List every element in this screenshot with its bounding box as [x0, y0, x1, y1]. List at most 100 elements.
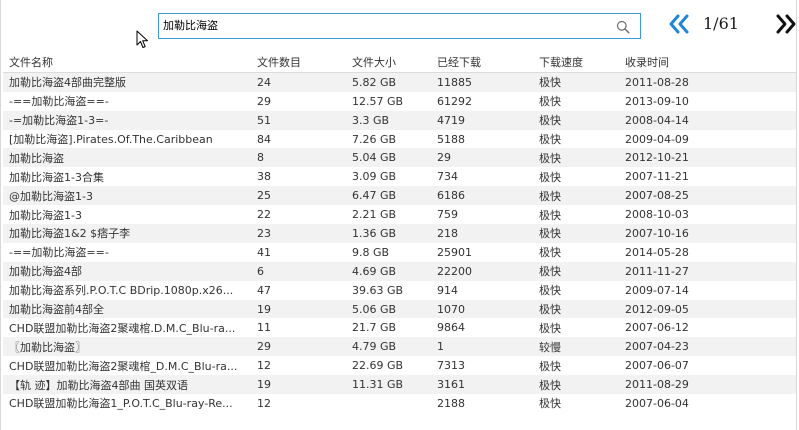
cell-downloads: 1 — [437, 340, 444, 354]
cell-speed: 极快 — [539, 284, 561, 298]
cell-date: 2007-06-12 — [625, 321, 689, 335]
cell-downloads: 1070 — [437, 302, 465, 316]
cell-size: 2.21 GB — [352, 208, 397, 222]
double-chevron-left-icon — [669, 14, 689, 34]
cell-date: 2007-06-07 — [625, 359, 689, 373]
cell-date: 2009-07-14 — [625, 283, 689, 297]
table-body: 加勒比海盗4部曲完整版 24 5.82 GB 11885 极快 2011-08-28 -==… — [3, 72, 796, 413]
cell-date: 2014-05-28 — [625, 245, 689, 259]
table-row[interactable]: [加勒比海盗].Pirates.Of.The.Caribbean 84 7.26 G… — [3, 129, 796, 149]
table-row[interactable]: 【轨 迹】加勒比海盗4部曲 国英双语 19 11.31 GB 3161 极快 2011-0… — [3, 375, 796, 395]
header-size[interactable]: 文件大小 — [346, 53, 431, 72]
cell-size: 4.79 GB — [352, 340, 397, 354]
table-row[interactable]: CHD联盟加勒比海盗2聚魂棺.D.M.C_Blu-ra... 11 21.7 GB 9… — [3, 318, 796, 338]
cell-name: 加勒比海盗1-3 — [9, 208, 82, 222]
cell-downloads: 914 — [437, 283, 458, 297]
next-page-button[interactable] — [772, 13, 796, 35]
cell-count: 84 — [257, 132, 271, 146]
cell-size: 7.26 GB — [352, 132, 397, 146]
search-input[interactable] — [163, 16, 603, 36]
cell-name: CHD联盟加勒比海盗2聚魂棺_D.M.C_Blu-ra... — [9, 359, 238, 373]
table-row[interactable]: CHD联盟加勒比海盗1_P.O.T.C_Blu-ray-Re... 12 2188 极… — [3, 394, 796, 413]
table-row[interactable]: 加勒比海盗前4部全 19 5.06 GB 1070 极快 2012-09-05 — [3, 299, 796, 319]
table-row[interactable]: 加勒比海盗1-3 22 2.21 GB 759 极快 2008-10-03 — [3, 205, 796, 225]
cell-downloads: 759 — [437, 208, 458, 222]
cell-count: 19 — [257, 378, 271, 392]
cell-date: 2007-04-23 — [625, 340, 689, 354]
table-row[interactable]: -=加勒比海盗1-3=- 51 3.3 GB 4719 极快 2008-04-14 — [3, 110, 796, 130]
search-box[interactable] — [158, 13, 641, 39]
search-icon[interactable] — [616, 19, 630, 34]
cell-count: 12 — [257, 359, 271, 373]
cell-speed: 极快 — [539, 359, 561, 373]
table-row[interactable]: 加勒比海盗系列.P.O.T.C BDrip.1080p.x26... 47 39.6… — [3, 280, 796, 300]
cell-speed: 较慢 — [539, 340, 561, 354]
cell-date: 2007-10-16 — [625, 226, 689, 240]
cell-date: 2011-08-28 — [625, 75, 689, 89]
table-row[interactable]: 加勒比海盗4部曲完整版 24 5.82 GB 11885 极快 2011-08-28 — [3, 72, 796, 92]
cell-downloads: 61292 — [437, 94, 472, 108]
results-table: 文件名称 文件数目 文件大小 已经下载 下载速度 收录时间 加勒比海盗4部曲完整… — [3, 53, 796, 413]
cell-date: 2012-10-21 — [625, 151, 689, 165]
table-row[interactable]: CHD联盟加勒比海盗2聚魂棺_D.M.C_Blu-ra... 12 22.69 GB… — [3, 356, 796, 376]
table-header-row: 文件名称 文件数目 文件大小 已经下载 下载速度 收录时间 — [3, 53, 796, 73]
cell-date: 2007-08-25 — [625, 189, 689, 203]
header-downloads[interactable]: 已经下载 — [431, 53, 533, 72]
cell-count: 12 — [257, 396, 271, 410]
cell-speed: 极快 — [539, 170, 561, 184]
cell-downloads: 11885 — [437, 75, 472, 89]
cell-count: 23 — [257, 226, 271, 240]
cell-name: [加勒比海盗].Pirates.Of.The.Caribbean — [9, 133, 213, 146]
cell-name: 加勒比海盗 — [9, 151, 64, 165]
table-row[interactable]: 加勒比海盗1&2 $痞子李 23 1.36 GB 218 极快 2007-10-16 — [3, 224, 796, 243]
cell-count: 51 — [257, 113, 271, 127]
cell-name: 加勒比海盗1-3合集 — [9, 170, 104, 184]
cell-date: 2007-11-21 — [625, 170, 689, 184]
table-row[interactable]: @加勒比海盗1-3 25 6.47 GB 6186 极快 2007-08-25 — [3, 186, 796, 206]
table-row[interactable]: 加勒比海盗4部 6 4.69 GB 22200 极快 2011-11-27 — [3, 261, 796, 281]
cell-size: 39.63 GB — [352, 283, 404, 297]
cell-speed: 极快 — [539, 151, 561, 165]
cell-name: 【轨 迹】加勒比海盗4部曲 国英双语 — [9, 378, 188, 392]
app-frame: 1/61 文件名称 文件数目 文件大小 已经下载 下载速度 收录时间 加勒比海盗… — [0, 0, 797, 430]
header-count[interactable]: 文件数目 — [251, 53, 346, 72]
cell-name: -==加勒比海盗==- — [9, 246, 109, 260]
table-row[interactable]: -==加勒比海盗==- 29 12.57 GB 61292 极快 2013-09-10 — [3, 91, 796, 111]
cell-name: @加勒比海盗1-3 — [9, 189, 93, 203]
cell-downloads: 29 — [437, 151, 451, 165]
cell-name: CHD联盟加勒比海盗1_P.O.T.C_Blu-ray-Re... — [9, 397, 233, 411]
cell-downloads: 22200 — [437, 264, 472, 278]
cell-speed: 极快 — [539, 133, 561, 146]
cell-size — [346, 394, 431, 413]
cell-size: 12.57 GB — [352, 94, 404, 108]
cell-count: 25 — [257, 189, 271, 203]
cell-speed: 极快 — [539, 397, 561, 411]
cell-downloads: 2188 — [437, 396, 465, 410]
cell-speed: 极快 — [539, 303, 561, 317]
prev-page-button[interactable] — [667, 13, 693, 35]
header-speed[interactable]: 下载速度 — [533, 53, 619, 72]
header-name[interactable]: 文件名称 — [3, 53, 251, 72]
cell-size: 21.7 GB — [352, 321, 397, 335]
cell-count: 24 — [257, 75, 271, 89]
cell-size: 5.06 GB — [352, 302, 397, 316]
cell-speed: 极快 — [539, 227, 561, 241]
table-row[interactable]: 〖加勒比海盗〗 29 4.79 GB 1 较慢 2007-04-23 — [3, 337, 796, 357]
table-row[interactable]: -==加勒比海盗==- 41 9.8 GB 25901 极快 2014-05-28 — [3, 242, 796, 262]
cell-speed: 极快 — [539, 189, 561, 203]
table-row[interactable]: 加勒比海盗 8 5.04 GB 29 极快 2012-10-21 — [3, 148, 796, 168]
cell-count: 38 — [257, 170, 271, 184]
page-indicator: 1/61 — [703, 14, 739, 33]
cell-count: 8 — [257, 151, 264, 165]
cell-size: 1.36 GB — [352, 226, 397, 240]
double-chevron-right-icon — [776, 14, 796, 34]
cell-name: -=加勒比海盗1-3=- — [9, 114, 109, 128]
cell-downloads: 734 — [437, 170, 458, 184]
cell-downloads: 4719 — [437, 113, 465, 127]
cell-size: 3.3 GB — [352, 113, 390, 127]
cell-speed: 极快 — [539, 321, 561, 335]
table-row[interactable]: 加勒比海盗1-3合集 38 3.09 GB 734 极快 2007-11-21 — [3, 167, 796, 187]
header-date[interactable]: 收录时间 — [619, 53, 796, 72]
cell-speed: 极快 — [539, 265, 561, 279]
cell-size: 4.69 GB — [352, 264, 397, 278]
